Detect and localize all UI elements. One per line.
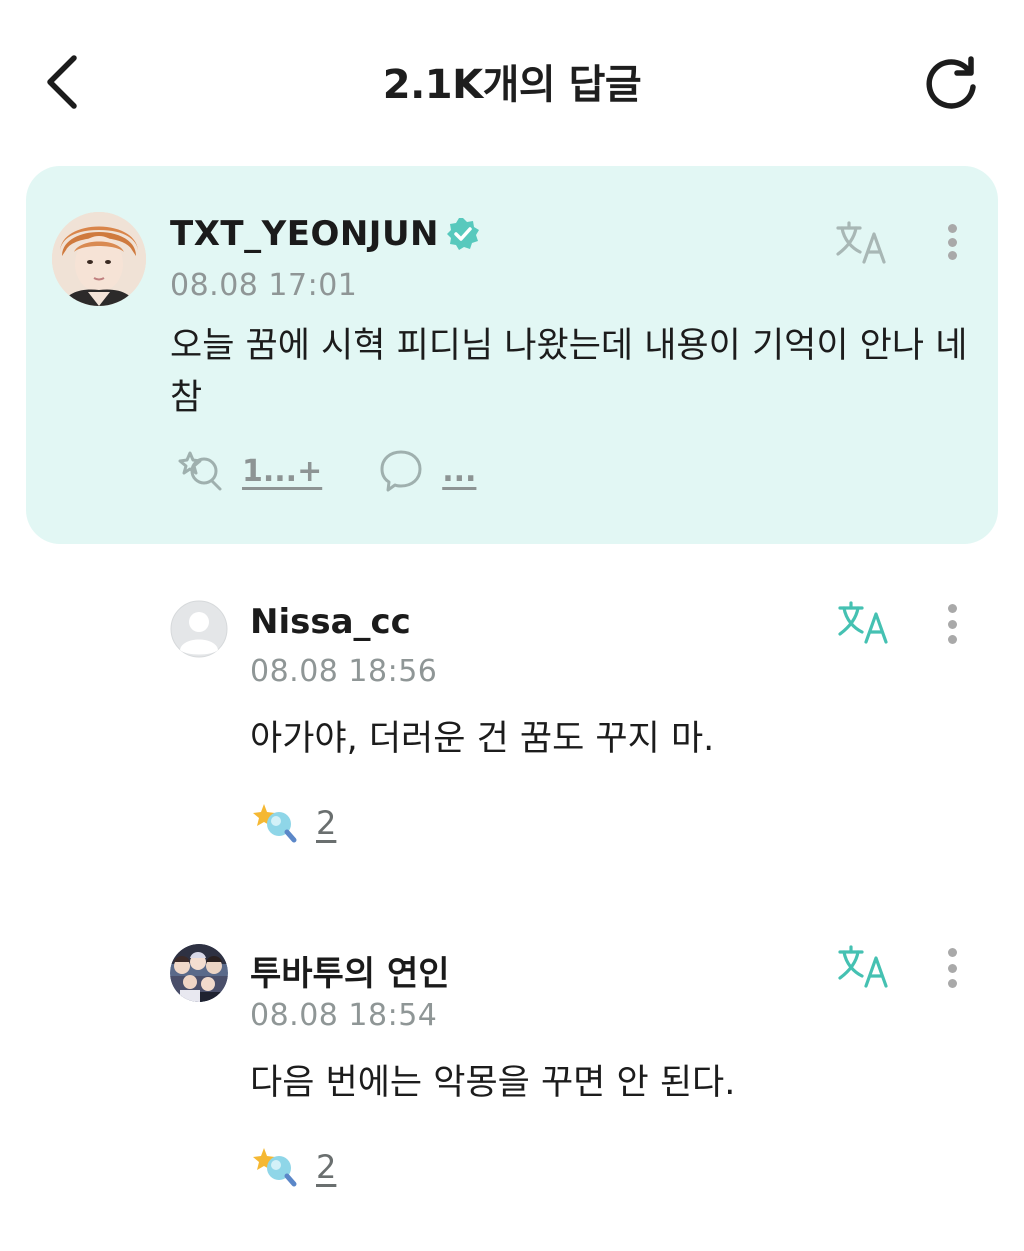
like-button[interactable]: 1...+: [176, 447, 322, 495]
more-icon: [947, 604, 957, 613]
more-options-button[interactable]: [934, 944, 970, 992]
reply-text: 아가야, 더러운 건 꿈도 꾸지 마.: [250, 719, 715, 759]
light-stick-filled-icon: [253, 804, 297, 843]
avatar[interactable]: [170, 600, 228, 658]
translate-button[interactable]: [836, 944, 892, 992]
more-options-button[interactable]: [934, 600, 970, 648]
translate-icon: [836, 221, 886, 264]
username[interactable]: 투바투의 연인: [250, 946, 450, 995]
like-button[interactable]: 2: [252, 1144, 336, 1190]
light-stick-filled-icon: [253, 1148, 297, 1187]
username[interactable]: Nissa_cc: [250, 602, 411, 642]
username: TXT_YEONJUN: [170, 214, 440, 254]
more-icon-dot: [947, 635, 957, 644]
timestamp: 08.08 18:54: [250, 998, 438, 1033]
more-icon-dot: [947, 979, 957, 988]
original-post-card: TXT_YEONJUN 08.08 17:01 오늘 꿈에 시혁 피디님 나왔는…: [26, 166, 998, 544]
avatar[interactable]: [52, 212, 146, 306]
post-author[interactable]: TXT_YEONJUN: [170, 214, 481, 254]
refresh-icon: [926, 56, 976, 109]
translate-button[interactable]: [834, 220, 890, 268]
comment-count[interactable]: ...: [442, 454, 476, 489]
more-icon-dot: [947, 619, 957, 629]
post-text: 오늘 꿈에 시혁 피디님 나왔는데 내용이 기억이 안나 네 참: [170, 326, 968, 418]
comment-button[interactable]: ...: [378, 448, 476, 494]
top-bar: 2.1K개의 답글: [0, 0, 1024, 160]
translate-button[interactable]: [836, 600, 892, 648]
list-item: Nissa_cc 08.08 18:56 아가야, 더러운 건 꿈도 꾸지 마.…: [0, 600, 1024, 900]
post-actions: 1...+ ...: [176, 446, 476, 496]
refresh-button[interactable]: [916, 48, 986, 118]
verified-badge-icon: [447, 218, 480, 250]
like-button[interactable]: 2: [252, 800, 336, 846]
translate-icon: [838, 601, 888, 644]
profile-photo-icon: [52, 212, 146, 306]
more-options-button[interactable]: [934, 218, 970, 266]
avatar[interactable]: [170, 944, 228, 1002]
reply-text: 다음 번에는 악몽을 꾸면 안 된다.: [250, 1063, 736, 1103]
more-icon: [947, 224, 957, 233]
page-title: 2.1K개의 답글: [382, 62, 642, 108]
more-icon-dot: [947, 251, 957, 260]
translate-icon: [838, 945, 888, 988]
more-icon: [947, 948, 957, 957]
list-item: 투바투의 연인 08.08 18:54 다음 번에는 악몽을 꾸면 안 된다. …: [0, 944, 1024, 1244]
light-stick-outline-icon: [178, 451, 222, 491]
comment-bubble-icon: [380, 450, 422, 492]
timestamp: 08.08 18:56: [250, 654, 438, 689]
like-count[interactable]: 2: [316, 804, 336, 842]
group-photo-icon: [170, 944, 228, 1002]
default-avatar-icon: [170, 600, 228, 658]
more-icon-dot: [947, 237, 957, 247]
like-count[interactable]: 2: [316, 1148, 336, 1186]
like-count[interactable]: 1...+: [242, 454, 322, 489]
timestamp: 08.08 17:01: [170, 268, 358, 303]
more-icon-dot: [947, 963, 957, 973]
